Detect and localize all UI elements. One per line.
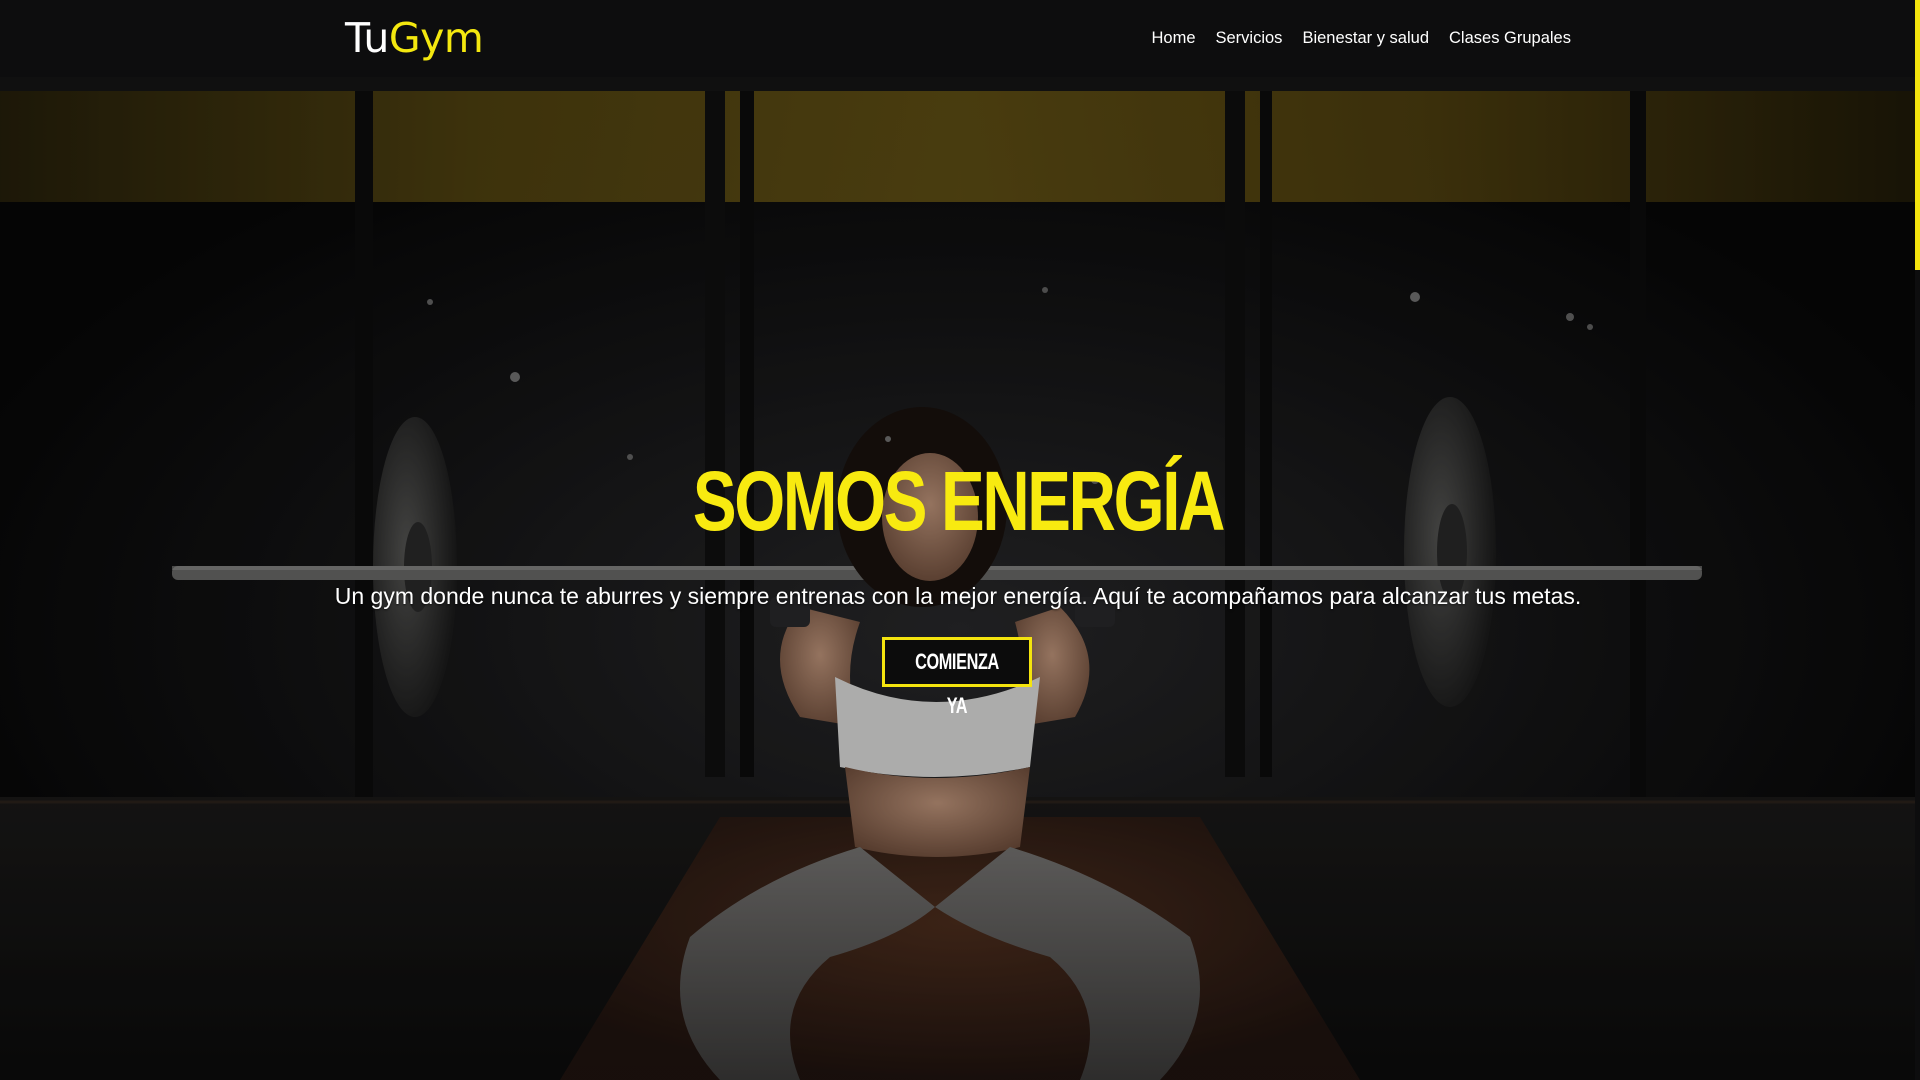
cta-button-label: COMIENZA YA (915, 649, 999, 718)
cta-button[interactable]: COMIENZA YA (882, 637, 1032, 718)
nav-item-clases-grupales[interactable]: Clases Grupales (1449, 27, 1571, 49)
main-nav: Home Servicios Bienestar y salud Clases … (1151, 27, 1571, 49)
brand-logo-part2: Gym (388, 14, 484, 62)
nav-item-bienestar-y-salud[interactable]: Bienestar y salud (1302, 27, 1429, 49)
brand-logo[interactable]: TuGym (345, 14, 484, 62)
page: TuGym Home Servicios Bienestar y salud C… (0, 0, 1920, 1080)
brand-logo-part1: Tu (345, 14, 389, 62)
hero-title: SOMOS ENERGÍA (692, 454, 1226, 549)
nav-item-home[interactable]: Home (1151, 27, 1195, 49)
scrollbar-thumb[interactable] (1915, 0, 1920, 270)
hero-subtitle: Un gym donde nunca te aburres y siempre … (334, 583, 1582, 609)
nav-item-servicios[interactable]: Servicios (1216, 27, 1283, 49)
navbar: TuGym Home Servicios Bienestar y salud C… (0, 0, 1920, 77)
